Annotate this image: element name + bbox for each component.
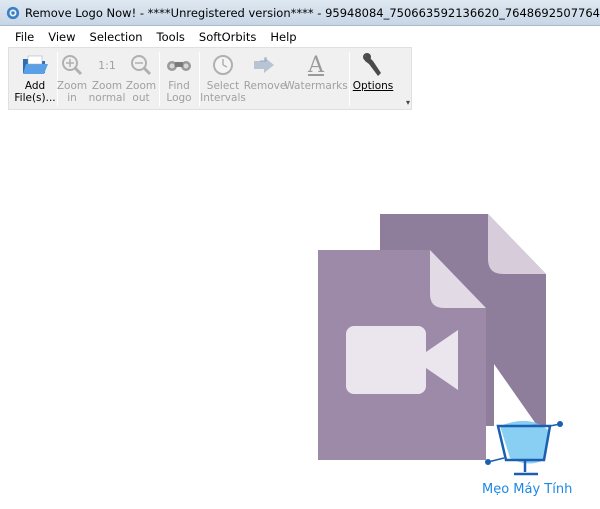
arrow-right-icon <box>254 57 274 73</box>
menu-bar: File View Selection Tools SoftOrbits Hel… <box>8 27 304 47</box>
watermark-text: Mẹo Máy Tính <box>482 482 573 497</box>
zoom-normal-icon: 1:1 <box>98 58 116 72</box>
remove-button[interactable]: Remove <box>244 50 286 92</box>
zoom-out-icon <box>131 55 152 76</box>
zoom-in-icon <box>62 55 83 76</box>
select-intervals-button[interactable]: Select Intervals <box>200 50 246 104</box>
app-icon <box>6 6 20 19</box>
window-title: Remove Logo Now! - ****Unregistered vers… <box>24 5 600 20</box>
folder-open-icon <box>23 55 48 74</box>
menu-view[interactable]: View <box>41 30 82 44</box>
text-a-icon: A <box>308 52 324 78</box>
title-bar: Remove Logo Now! - ****Unregistered vers… <box>0 0 600 26</box>
zoom-out-button[interactable]: Zoom out <box>126 50 156 104</box>
menu-tools[interactable]: Tools <box>150 30 192 44</box>
toolbar-overflow-icon[interactable]: ▾ <box>406 98 410 107</box>
wrench-icon <box>363 53 381 76</box>
binoculars-icon <box>167 61 191 71</box>
watermarks-button[interactable]: A Watermarks <box>284 50 347 93</box>
find-logo-button[interactable]: Find Logo <box>164 50 194 104</box>
toolbar-separator <box>349 52 350 106</box>
menu-help[interactable]: Help <box>263 30 303 44</box>
zoom-in-button[interactable]: Zoom in <box>57 50 87 104</box>
add-files-button[interactable]: Add File(s)... <box>14 50 56 104</box>
menu-file[interactable]: File <box>8 30 41 44</box>
clock-icon <box>213 55 233 75</box>
menu-selection[interactable]: Selection <box>83 30 150 44</box>
options-label: Options <box>352 80 394 92</box>
zoom-normal-button[interactable]: 1:1 Zoom normal <box>89 50 126 105</box>
toolbar-separator <box>159 52 160 106</box>
options-button[interactable]: Options <box>353 50 393 92</box>
menu-softorbits[interactable]: SoftOrbits <box>192 30 263 44</box>
toolbar: Add File(s)... Zoom in 1:1 Zoom normal Z… <box>8 47 412 110</box>
